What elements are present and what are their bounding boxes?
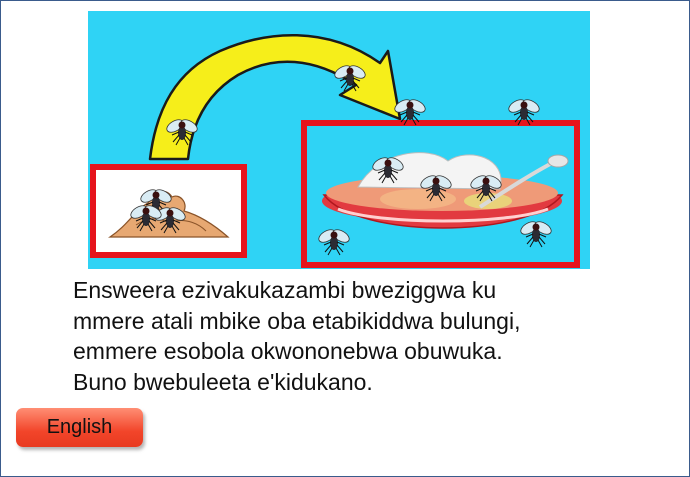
caption-line: emmere esobola okwononebwa obuwuka.	[73, 338, 503, 364]
feces-panel	[90, 164, 247, 258]
food-panel	[301, 120, 580, 268]
slide-frame: Ensweera ezivakukazambi bweziggwa ku mme…	[0, 0, 690, 477]
caption-line: mmere atali mbike oba etabikiddwa bulung…	[73, 307, 521, 334]
fly-contamination-illustration	[88, 11, 590, 269]
caption-text: Ensweera ezivakukazambi bweziggwa ku mme…	[73, 275, 673, 397]
english-language-button[interactable]: English	[16, 408, 143, 447]
caption-line: Ensweera ezivakukazambi bweziggwa ku	[73, 277, 497, 303]
caption-line: Buno bwebuleeta e'kidukano.	[73, 368, 373, 395]
